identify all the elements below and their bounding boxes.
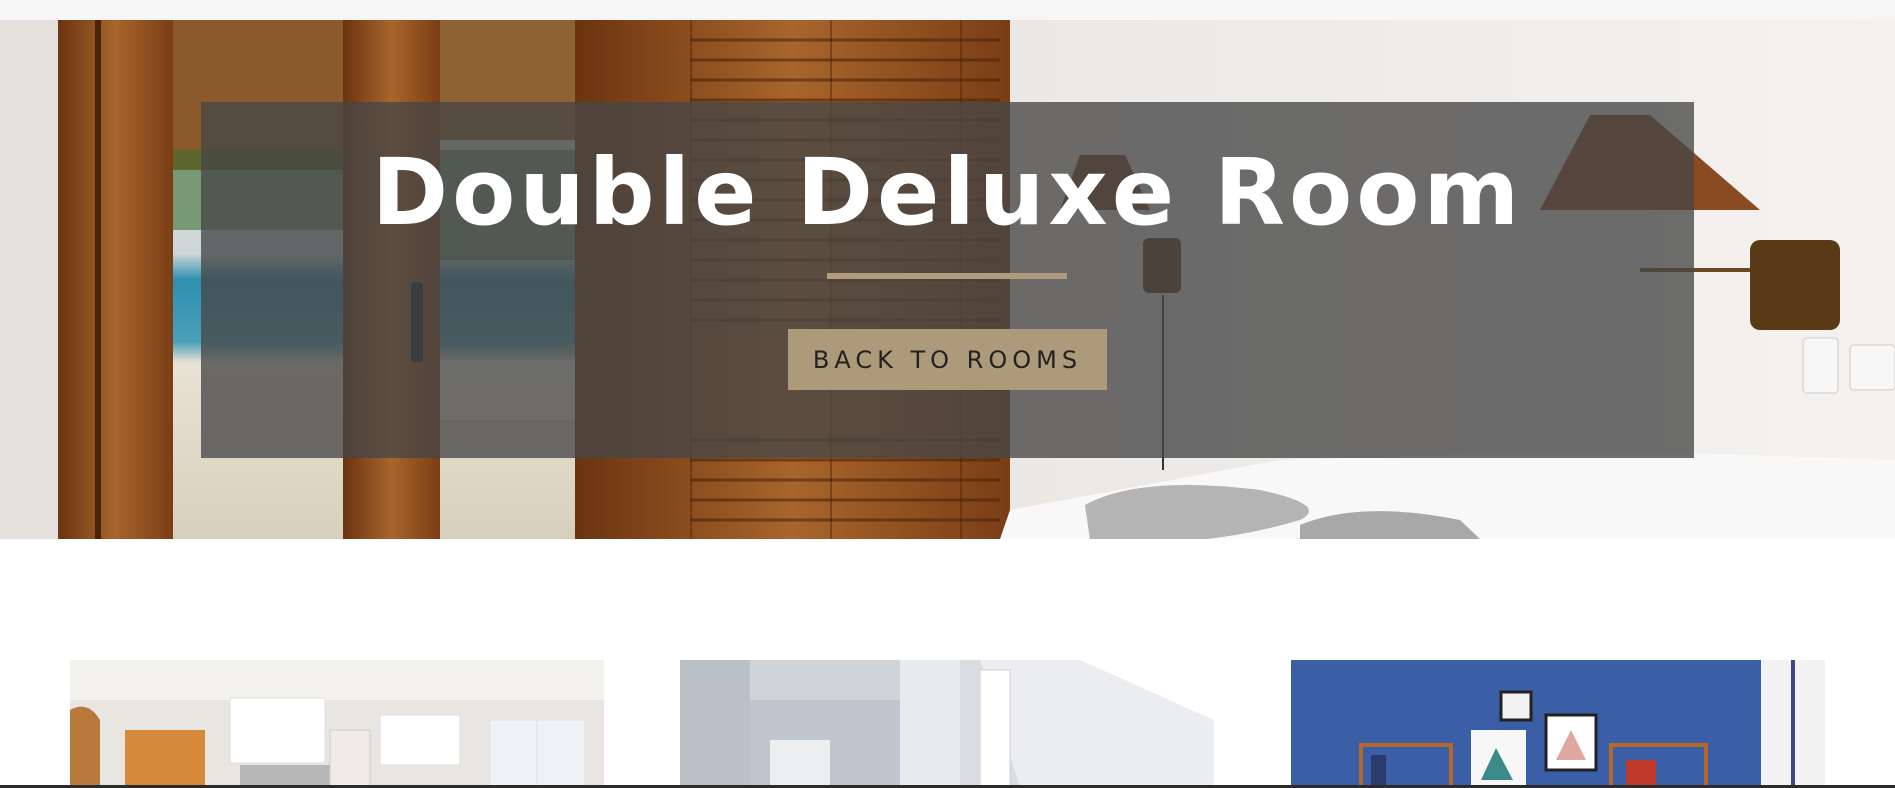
top-bar: [0, 0, 1895, 20]
kitchen-photo: [70, 660, 604, 788]
back-to-rooms-button[interactable]: BACK TO ROOMS: [788, 329, 1107, 390]
room-card-kitchen[interactable]: [70, 660, 604, 788]
hero-banner: [0, 20, 1895, 539]
room-card-blue-bedroom[interactable]: [1291, 660, 1825, 788]
blue-bedroom-photo: [1291, 660, 1825, 788]
room-card-bathroom[interactable]: [680, 660, 1214, 788]
bathroom-photo: [680, 660, 1214, 788]
title-divider: [827, 273, 1067, 279]
page-title: Double Deluxe Room: [371, 139, 1524, 246]
